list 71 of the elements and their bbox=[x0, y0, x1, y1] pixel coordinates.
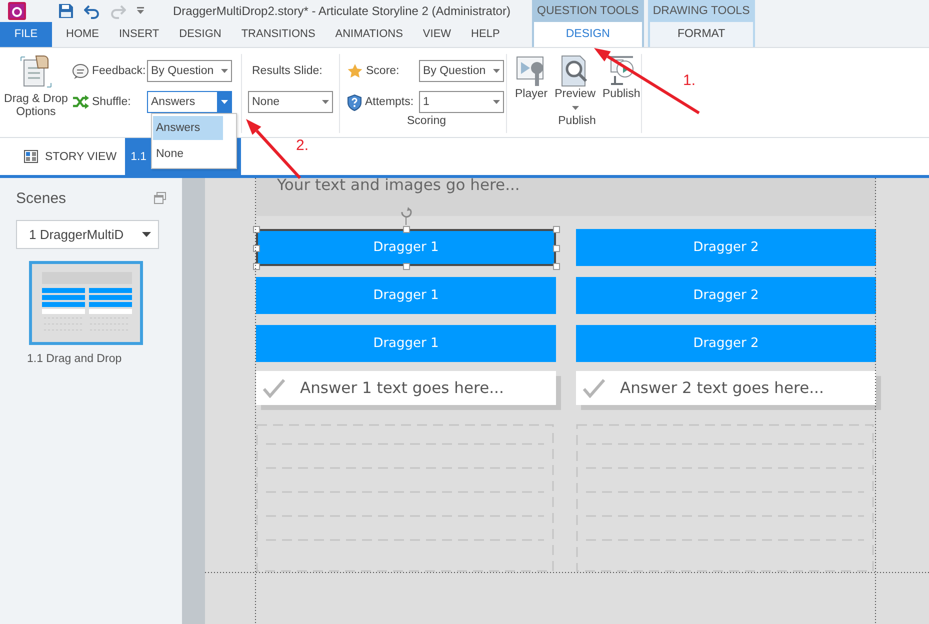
menu-tab[interactable]: HOME bbox=[56, 22, 109, 47]
speech-bubble-icon[interactable] bbox=[72, 62, 89, 80]
caret-icon bbox=[572, 106, 579, 110]
app-logo-icon bbox=[8, 2, 26, 20]
menu-tab[interactable]: ANIMATIONS bbox=[325, 22, 413, 47]
customize-caret-icon[interactable] bbox=[136, 6, 145, 15]
save-icon[interactable] bbox=[58, 2, 74, 19]
panel-title: Scenes bbox=[16, 190, 66, 206]
resize-handle[interactable] bbox=[553, 226, 560, 233]
dropdown-option[interactable]: None bbox=[153, 142, 223, 166]
feedback-label: Feedback: bbox=[92, 65, 144, 77]
star-icon[interactable] bbox=[347, 63, 363, 79]
file-tab[interactable]: FILE bbox=[0, 22, 52, 47]
dropdown-caret-icon bbox=[220, 69, 228, 73]
player-button[interactable]: Player bbox=[513, 54, 550, 100]
answer-box: Answer 1 text goes here... bbox=[256, 371, 556, 405]
document-hand-icon bbox=[20, 54, 52, 90]
results-slide-dropdown[interactable]: None bbox=[248, 91, 333, 113]
resize-handle[interactable] bbox=[253, 263, 260, 270]
dropdown-option[interactable]: Answers bbox=[153, 116, 223, 140]
menu-tab[interactable]: DESIGN bbox=[169, 22, 232, 47]
menu-tab[interactable]: TRANSITIONS bbox=[231, 22, 326, 47]
grid-view-icon bbox=[24, 150, 38, 163]
shield-question-icon[interactable] bbox=[347, 94, 362, 110]
dropdown-caret-icon bbox=[142, 232, 151, 237]
shuffle-dropdown[interactable]: Answers bbox=[147, 91, 232, 113]
publish-button[interactable]: Publish bbox=[600, 54, 642, 100]
dropdown-caret-icon bbox=[322, 100, 328, 104]
slide-label: 1.1 Drag and Drop bbox=[27, 353, 123, 365]
window-title: DraggerMultiDrop2.story* - Articulate Storyline 2 (Administrator) bbox=[173, 4, 510, 18]
score-label: Score: bbox=[366, 65, 400, 77]
menu-tab[interactable]: INSERT bbox=[109, 22, 170, 47]
preview-button[interactable]: Preview bbox=[552, 54, 598, 110]
shuffle-icon[interactable] bbox=[72, 95, 89, 109]
ribbon-tab[interactable]: DESIGN bbox=[534, 22, 642, 47]
text-box[interactable]: Your text and images go here... bbox=[256, 178, 876, 216]
dropdown-caret-icon bbox=[492, 69, 500, 73]
attempts-label: Attempts: bbox=[365, 96, 415, 108]
feedback-dropdown[interactable]: By Question bbox=[147, 60, 232, 82]
drag-drop-options-button[interactable]: Drag & Drop Options bbox=[0, 54, 72, 119]
group-label: DRAWING TOOLS bbox=[652, 4, 751, 19]
annotation-label: 2. bbox=[296, 137, 309, 154]
ribbon-tab[interactable]: FORMAT bbox=[650, 22, 753, 47]
menu-tab[interactable]: VIEW bbox=[412, 22, 462, 47]
group-label: Publish bbox=[557, 115, 597, 129]
answer-box: Answer 2 text goes here... bbox=[576, 371, 876, 405]
dropdown-caret-icon bbox=[220, 100, 228, 104]
scene-dropdown[interactable]: 1 DraggerMultiD bbox=[16, 220, 159, 249]
undo-icon[interactable] bbox=[84, 2, 100, 19]
shuffle-label: Shuffle: bbox=[92, 96, 132, 108]
results-slide-label: Results Slide: bbox=[251, 65, 322, 77]
resize-handle[interactable] bbox=[253, 226, 260, 233]
resize-handle[interactable] bbox=[403, 263, 410, 270]
group-label: QUESTION TOOLS bbox=[536, 4, 640, 19]
menu-tab[interactable]: HELP bbox=[461, 22, 510, 47]
resize-handle[interactable] bbox=[553, 263, 560, 270]
slide-thumbnail[interactable] bbox=[29, 261, 143, 345]
dropdown-caret-icon bbox=[492, 100, 500, 104]
resize-handle[interactable] bbox=[253, 245, 260, 252]
resize-handle[interactable] bbox=[553, 245, 560, 252]
checkmark-icon bbox=[582, 378, 606, 398]
document-tab[interactable]: STORY VIEW bbox=[22, 138, 119, 175]
group-label: Scoring bbox=[406, 115, 447, 129]
restore-window-icon[interactable] bbox=[154, 192, 166, 204]
annotation-label: 1. bbox=[683, 72, 696, 89]
score-dropdown[interactable]: By Question bbox=[419, 60, 504, 82]
redo-icon[interactable] bbox=[110, 2, 126, 19]
checkmark-icon bbox=[262, 378, 286, 398]
resize-handle[interactable] bbox=[403, 226, 410, 233]
rotate-handle-icon[interactable] bbox=[399, 205, 413, 225]
attempts-dropdown[interactable]: 1 bbox=[419, 91, 504, 113]
